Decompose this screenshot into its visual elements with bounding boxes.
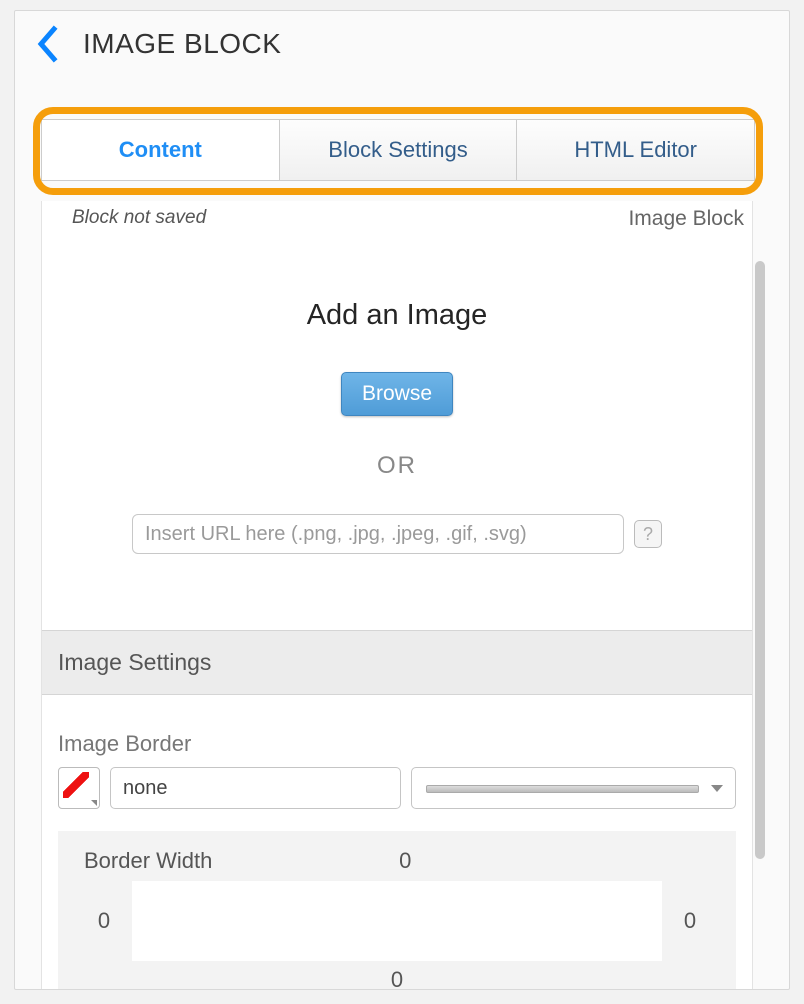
- border-width-bottom[interactable]: 0: [391, 967, 403, 989]
- image-block-panel: IMAGE BLOCK Content Block Settings HTML …: [14, 10, 790, 990]
- border-width-preview: [132, 881, 662, 961]
- back-button[interactable]: [27, 21, 67, 67]
- url-help-button[interactable]: ?: [634, 520, 662, 548]
- status-not-saved: Block not saved: [72, 207, 206, 231]
- image-settings-body: Image Border Border Width 0 0: [42, 695, 752, 989]
- add-image-area: Add an Image Browse OR ?: [42, 241, 752, 630]
- block-type-label: Image Block: [628, 207, 744, 231]
- panel-header: IMAGE BLOCK: [15, 11, 789, 95]
- or-divider: OR: [72, 452, 722, 480]
- tabs: Content Block Settings HTML Editor: [41, 119, 755, 181]
- border-width-box: Border Width 0 0 0 0: [58, 831, 736, 989]
- image-settings-header: Image Settings: [42, 630, 752, 695]
- image-border-row: [58, 767, 736, 809]
- border-style-select[interactable]: [110, 767, 401, 809]
- image-border-label: Image Border: [58, 731, 736, 757]
- border-color-picker[interactable]: [58, 767, 100, 809]
- border-width-left[interactable]: 0: [98, 908, 110, 934]
- add-image-heading: Add an Image: [72, 299, 722, 332]
- border-width-title: Border Width: [76, 848, 212, 874]
- image-url-input[interactable]: [132, 514, 624, 554]
- tab-block-settings[interactable]: Block Settings: [279, 120, 517, 180]
- chevron-left-icon: [35, 25, 59, 63]
- tab-content[interactable]: Content: [42, 120, 279, 180]
- border-width-right[interactable]: 0: [684, 908, 696, 934]
- tab-html-editor[interactable]: HTML Editor: [516, 120, 754, 180]
- url-row: ?: [132, 514, 662, 554]
- border-width-top[interactable]: 0: [212, 848, 598, 876]
- content-shell: Block not saved Image Block Add an Image…: [41, 201, 765, 989]
- browse-button[interactable]: Browse: [341, 372, 453, 416]
- meta-row: Block not saved Image Block: [42, 201, 752, 241]
- scrollbar[interactable]: [755, 261, 765, 859]
- border-width-grid: Border Width 0 0 0 0: [76, 843, 718, 989]
- page-title: IMAGE BLOCK: [83, 28, 281, 60]
- scroll-area: Block not saved Image Block Add an Image…: [41, 201, 753, 989]
- border-preview-select[interactable]: [411, 767, 736, 809]
